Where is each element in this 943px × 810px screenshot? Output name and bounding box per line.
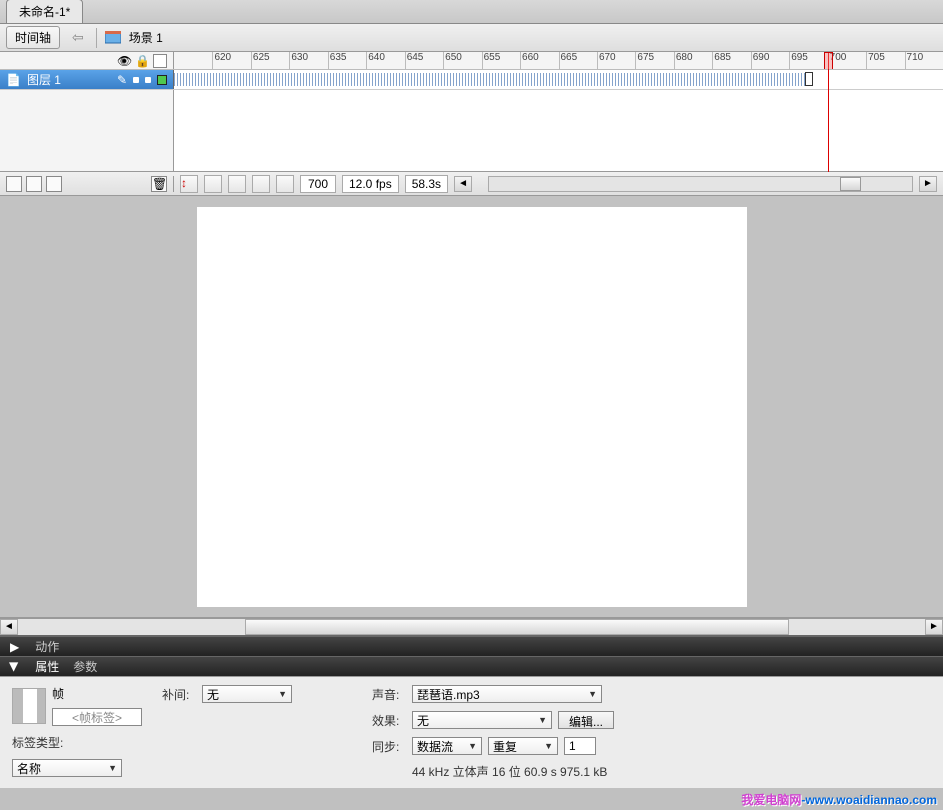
sound-dropdown[interactable]: 琵琶语.mp3▼ [412, 685, 602, 703]
toolbar: 时间轴 ⇦ 场景 1 [0, 24, 943, 52]
pencil-icon: ✎ [117, 73, 127, 87]
add-motion-icon[interactable] [46, 176, 62, 192]
frame-label-input[interactable] [52, 708, 142, 726]
outline-icon[interactable] [153, 54, 167, 68]
audio-waveform [174, 73, 805, 86]
hscroll-left-icon[interactable]: ◄ [0, 619, 18, 635]
sync-label: 同步: [372, 738, 406, 755]
edit-multi-icon[interactable] [252, 175, 270, 193]
scroll-left-icon[interactable]: ◄ [454, 176, 472, 192]
layer-page-icon: 📄 [6, 73, 21, 87]
timeline-footer: 🗑 ↕ 700 12.0 fps 58.3s ◄ ► [0, 172, 943, 196]
document-tab[interactable]: 未命名-1* [6, 0, 83, 23]
current-frame: 700 [300, 175, 336, 193]
onion-skin-icon[interactable] [204, 175, 222, 193]
time-display: 58.3s [405, 175, 448, 193]
scene-label[interactable]: 场景 1 [129, 29, 163, 46]
layer-row: 📄 图层 1 ✎ [0, 70, 943, 90]
tween-dropdown[interactable]: 无▼ [202, 685, 292, 703]
actions-tab[interactable]: 动作 [35, 638, 59, 655]
tween-label: 补间: [162, 686, 196, 703]
window-tab-bar: 未命名-1* [0, 0, 943, 24]
center-frame-icon[interactable]: ↕ [180, 175, 198, 193]
timeline-ruler[interactable]: 0620625630635640645650655660665670675680… [174, 52, 943, 69]
properties-panel: 帧 标签类型: 名称▼ 补间: 无▼ 声音: 琵琶语.mp3▼ [0, 676, 943, 788]
frame-label: 帧 [52, 685, 142, 702]
layer-name: 图层 1 [27, 71, 61, 88]
keyframe-marker[interactable] [805, 72, 813, 86]
sound-info: 44 kHz 立体声 16 位 60.9 s 975.1 kB [412, 763, 607, 780]
edit-button[interactable]: 编辑... [558, 711, 614, 729]
layer-header-icons: 👁 🔒 [0, 52, 174, 69]
layer-item[interactable]: 📄 图层 1 ✎ [0, 70, 174, 89]
actions-panel-header[interactable]: ▶ 动作 [0, 636, 943, 656]
outline-color[interactable] [157, 75, 167, 85]
visibility-dot[interactable] [133, 77, 139, 83]
hscroll-right-icon[interactable]: ► [925, 619, 943, 635]
sync-mode-dropdown[interactable]: 数据流▼ [412, 737, 482, 755]
modify-markers-icon[interactable] [276, 175, 294, 193]
canvas-area [0, 196, 943, 618]
timeline-button[interactable]: 时间轴 [6, 26, 60, 49]
fps-display: 12.0 fps [342, 175, 399, 193]
properties-panel-header[interactable]: ▶ 属性 参数 [0, 656, 943, 676]
new-folder-icon[interactable] [26, 176, 42, 192]
watermark: 我爱电脑网-www.woaidiannao.com [741, 791, 937, 808]
sound-label: 声音: [372, 686, 406, 703]
hscroll-thumb[interactable] [245, 619, 789, 635]
timeline-scrollbar[interactable] [488, 176, 913, 192]
back-arrow-icon[interactable]: ⇦ [68, 29, 88, 46]
timeline-scroll-thumb[interactable] [840, 177, 861, 191]
expand-icon: ▶ [10, 640, 19, 654]
tag-type-label: 标签类型: [12, 734, 63, 751]
scroll-right-icon[interactable]: ► [919, 176, 937, 192]
new-layer-icon[interactable] [6, 176, 22, 192]
eye-icon[interactable]: 👁 [117, 54, 131, 68]
effect-dropdown[interactable]: 无▼ [412, 711, 552, 729]
frame-thumbnail [12, 688, 46, 724]
stage[interactable] [197, 207, 747, 607]
canvas-scrollbar[interactable]: ◄ ► [0, 618, 943, 636]
lock-dot[interactable] [145, 77, 151, 83]
expand-down-icon: ▶ [8, 662, 22, 671]
timeline-empty [0, 90, 943, 172]
ruler-row: 👁 🔒 062062563063564064565065566066567067… [0, 52, 943, 70]
sync-repeat-dropdown[interactable]: 重复▼ [488, 737, 558, 755]
params-tab[interactable]: 参数 [73, 658, 97, 675]
effect-label: 效果: [372, 712, 406, 729]
onion-outline-icon[interactable] [228, 175, 246, 193]
lock-icon[interactable]: 🔒 [135, 54, 149, 68]
properties-tab[interactable]: 属性 [35, 658, 59, 675]
tag-type-dropdown[interactable]: 名称▼ [12, 759, 122, 777]
sync-count-input[interactable] [564, 737, 596, 755]
scene-icon [105, 30, 121, 45]
divider [96, 28, 97, 48]
trash-icon[interactable]: 🗑 [151, 176, 167, 192]
